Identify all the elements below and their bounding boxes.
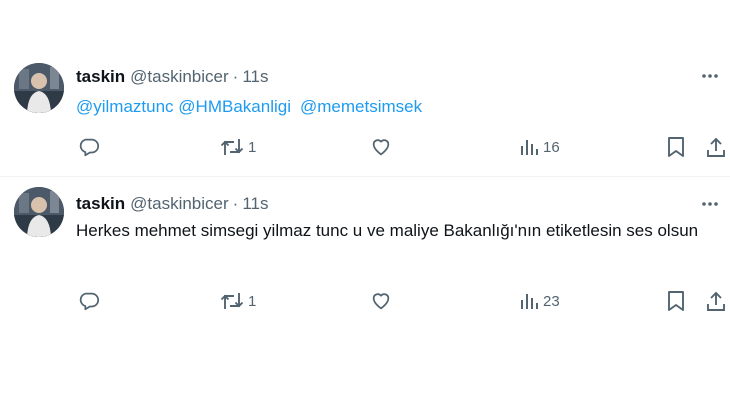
share-button[interactable]: [706, 286, 726, 316]
tweet[interactable]: taskin @taskinbicer · 11s @yilmaztunc @H…: [0, 52, 730, 176]
bookmark-icon: [668, 291, 684, 311]
avatar[interactable]: [14, 63, 64, 113]
views-button[interactable]: 16: [519, 132, 560, 162]
views-icon: [521, 294, 538, 309]
reply-button[interactable]: [78, 132, 100, 162]
tweet[interactable]: taskin @taskinbicer · 11s Herkes mehmet …: [0, 178, 730, 320]
heart-icon: [372, 293, 390, 310]
tweet-header: taskin @taskinbicer · 11s: [76, 66, 268, 88]
separator-dot: ·: [232, 194, 239, 213]
like-button[interactable]: [370, 132, 392, 162]
bookmark-icon: [668, 137, 684, 157]
retweet-button[interactable]: 1: [220, 132, 256, 162]
share-icon: [707, 291, 725, 311]
display-name[interactable]: taskin: [76, 67, 125, 87]
retweet-icon: [220, 139, 244, 155]
more-button[interactable]: [698, 66, 722, 86]
bookmark-button[interactable]: [666, 286, 686, 316]
mention-link[interactable]: @memetsimsek: [300, 97, 422, 116]
view-count: 16: [543, 138, 560, 156]
heart-icon: [372, 139, 390, 156]
reply-icon: [79, 292, 100, 311]
retweet-count: 1: [248, 138, 257, 156]
views-icon: [521, 140, 538, 155]
tweet-time[interactable]: 11s: [242, 194, 268, 214]
display-name[interactable]: taskin: [76, 194, 125, 214]
avatar[interactable]: [14, 187, 64, 237]
mention-link[interactable]: @yilmaztunc: [76, 97, 174, 116]
tweet-actions: 1 16: [0, 132, 730, 162]
tweet-text: @yilmaztunc @HMBakanligi @memetsimsek: [76, 94, 696, 119]
share-button[interactable]: [706, 132, 726, 162]
reply-button[interactable]: [78, 286, 100, 316]
share-icon: [707, 137, 725, 157]
tweet-header: taskin @taskinbicer · 11s: [76, 193, 268, 215]
views-button[interactable]: 23: [519, 286, 560, 316]
mention-link[interactable]: @HMBakanligi: [178, 97, 291, 116]
timeline-feed: taskin @taskinbicer · 11s @yilmaztunc @H…: [0, 0, 730, 420]
retweet-icon: [220, 293, 244, 309]
more-dots-icon: [702, 74, 718, 78]
retweet-button[interactable]: 1: [220, 286, 256, 316]
retweet-count: 1: [248, 292, 257, 310]
tweet-time[interactable]: 11s: [242, 67, 268, 87]
user-handle[interactable]: @taskinbicer: [130, 194, 229, 214]
like-button[interactable]: [370, 286, 392, 316]
more-button[interactable]: [698, 194, 722, 214]
user-handle[interactable]: @taskinbicer: [130, 67, 229, 87]
reply-icon: [79, 138, 100, 157]
tweet-text: Herkes mehmet simsegi yilmaz tunc u ve m…: [76, 221, 699, 240]
bookmark-button[interactable]: [666, 132, 686, 162]
more-dots-icon: [702, 202, 718, 206]
tweet-actions: 1 23: [0, 286, 730, 316]
tweet-divider: [0, 176, 730, 177]
separator-dot: ·: [232, 67, 239, 86]
view-count: 23: [543, 292, 560, 310]
